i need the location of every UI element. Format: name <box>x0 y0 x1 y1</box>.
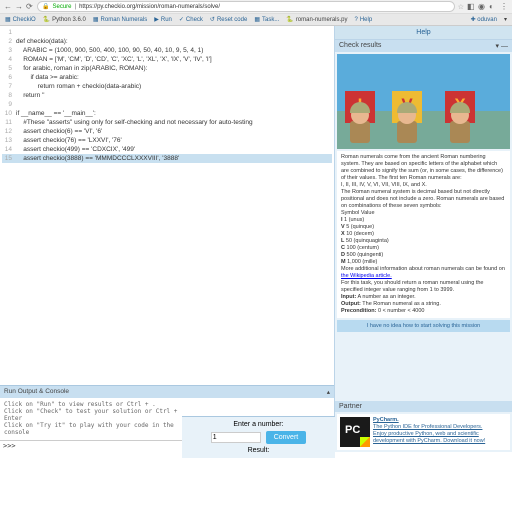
forward-button[interactable]: → <box>15 3 23 11</box>
run-button[interactable]: ▶ Run <box>151 15 175 24</box>
app-menu-bar: ▦ CheckiO 🐍 Python 3.6.0 ▦ Roman Numeral… <box>0 14 512 26</box>
bookmark-star-icon[interactable]: ☆ <box>458 3 464 11</box>
python-version[interactable]: 🐍 Python 3.6.0 <box>40 15 89 24</box>
convert-label: Enter a number: <box>186 421 331 428</box>
mission-description: Roman numerals come from the ancient Rom… <box>337 151 510 318</box>
pycharm-logo <box>340 417 370 447</box>
checkio-link[interactable]: ▦ CheckiO <box>2 15 39 24</box>
output-header[interactable]: Run Output & Console▴ <box>0 386 334 398</box>
result-label: Result: <box>186 447 331 454</box>
url-text: https://py.checkio.org/mission/roman-num… <box>79 4 220 10</box>
user-menu[interactable]: ✚ oduvan <box>468 15 500 24</box>
back-button[interactable]: ← <box>4 3 12 11</box>
extension-icon[interactable]: ◧ <box>467 3 475 11</box>
collapse-icon[interactable]: ▾ <box>501 15 510 24</box>
no-idea-button[interactable]: I have no idea how to start solving this… <box>337 320 510 332</box>
reload-button[interactable]: ⟳ <box>26 3 34 11</box>
task-button[interactable]: ▦ Task... <box>251 15 282 24</box>
menu-icon[interactable]: ⋮ <box>500 3 508 11</box>
url-bar[interactable]: 🔒 Secure | https://py.checkio.org/missio… <box>37 1 455 12</box>
mission-name[interactable]: ▦ Roman Numerals <box>90 15 150 24</box>
mission-illustration: I V X <box>337 54 510 149</box>
filename[interactable]: 🐍 roman-numerals.py <box>283 15 350 24</box>
check-button[interactable]: ✓ Check <box>176 15 206 24</box>
help-button[interactable]: ? Help <box>352 16 376 24</box>
extension-icon[interactable]: ◉ <box>478 3 486 11</box>
secure-label: Secure <box>52 4 71 10</box>
help-toggle[interactable]: Help <box>335 26 512 40</box>
wikipedia-link[interactable]: the Wikipedia article. <box>341 273 392 279</box>
collapse-icon[interactable]: ▴ <box>327 388 330 396</box>
extension-icon[interactable]: ◐ <box>489 3 497 11</box>
partner-header: Partner <box>335 401 512 412</box>
convert-button[interactable]: Convert <box>266 431 307 444</box>
lock-icon: 🔒 <box>42 3 49 10</box>
partner-ad[interactable]: PyCharm. The Python IDE for Professional… <box>337 414 510 450</box>
code-editor[interactable]: 12def checkio(data):3 ARABIC = (1000, 90… <box>0 26 334 385</box>
reset-button[interactable]: ↺ Reset code <box>207 15 250 24</box>
browser-chrome-bar: ← → ⟳ 🔒 Secure | https://py.checkio.org/… <box>0 0 512 14</box>
number-input[interactable] <box>211 432 261 443</box>
convert-panel: Enter a number: Convert Result: <box>182 416 335 458</box>
check-results-header[interactable]: Check results▾ — <box>335 40 512 52</box>
collapse-icon[interactable]: ▾ — <box>496 42 508 50</box>
